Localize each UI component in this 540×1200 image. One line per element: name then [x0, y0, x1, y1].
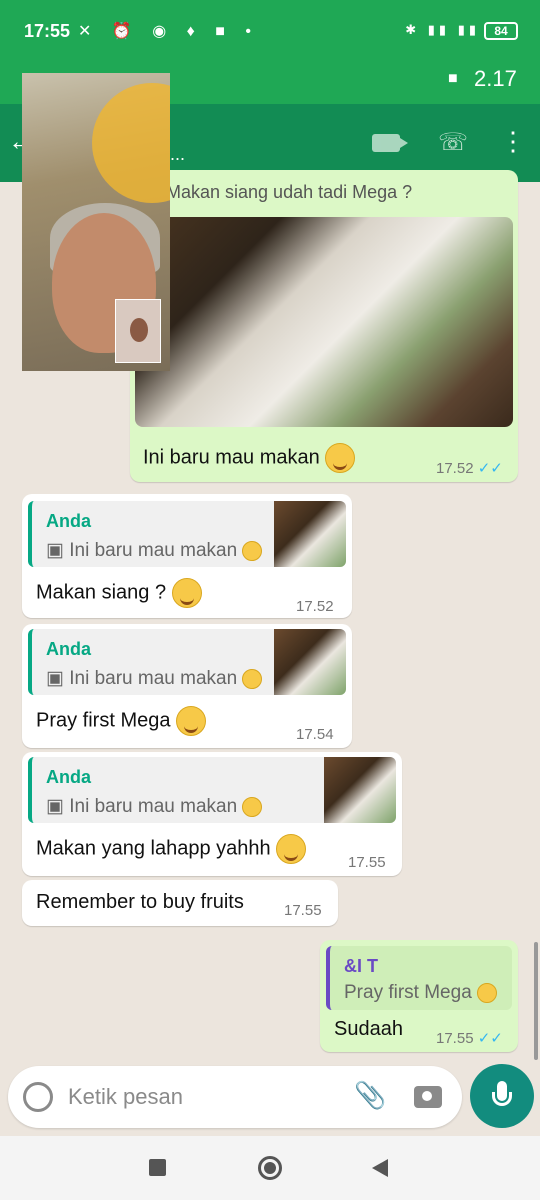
message-time: 17.55: [284, 902, 322, 919]
background-light: [92, 83, 170, 203]
contact-name[interactable]: ...: [170, 144, 185, 165]
home-icon[interactable]: [258, 1156, 282, 1180]
quoted-reply[interactable]: Anda ▣ Ini baru mau makan: [28, 629, 346, 695]
quote-author: &I T: [344, 956, 378, 976]
back-icon[interactable]: [372, 1159, 388, 1177]
quote-thumbnail: [274, 629, 346, 695]
message-bubble-outgoing[interactable]: &I T Pray first Mega Sudaah 17.55 ✓✓: [320, 940, 518, 1052]
message-text: Sudaah: [334, 1018, 403, 1040]
status-bar: 17:55 ✕ ⏰ ◉ ♦ ■ • ✱ ▮▮ ▮▮ 84: [0, 0, 540, 64]
message-bubble-incoming[interactable]: Anda ▣ Ini baru mau makan Makan yang lah…: [22, 752, 402, 876]
mic-stand-icon: [492, 1092, 512, 1106]
grinning-emoji-icon: [242, 668, 263, 689]
message-input[interactable]: Ketik pesan: [68, 1084, 183, 1110]
smiling-emoji-icon: [276, 834, 307, 864]
quote-text: Pray first Mega: [344, 982, 498, 1004]
notification-icons: ✕ ⏰ ◉ ♦ ■ •: [78, 23, 259, 40]
message-time: 17.55: [348, 854, 386, 871]
camera-icon[interactable]: [414, 1086, 442, 1108]
quoted-reply[interactable]: &I T Pray first Mega: [326, 946, 512, 1010]
message-bubble-incoming[interactable]: Remember to buy fruits 17.55: [22, 880, 338, 926]
self-face: [130, 318, 148, 342]
quote-author: Anda: [46, 767, 91, 787]
message-bubble-incoming[interactable]: Anda ▣ Ini baru mau makan Pray first Meg…: [22, 624, 352, 748]
call-duration: 2.17: [474, 66, 517, 91]
quoted-reply[interactable]: Anda ▣ Ini baru mau makan: [28, 757, 396, 823]
laughing-emoji-icon: [171, 578, 202, 608]
quote-thumbnail: [324, 757, 396, 823]
more-options-icon[interactable]: ⋮: [500, 126, 526, 157]
grinning-emoji-icon: [242, 796, 263, 817]
emoji-icon[interactable]: [23, 1082, 53, 1112]
quote-thumbnail: [274, 501, 346, 567]
quote-author: Anda: [46, 511, 91, 531]
video-call-icon[interactable]: [372, 134, 408, 152]
system-navigation-bar: [0, 1136, 540, 1200]
message-text: Makan siang ?: [36, 578, 202, 608]
attach-icon[interactable]: 📎: [354, 1080, 386, 1111]
grinning-emoji-icon: [242, 540, 263, 561]
signal-icons: ✱ ▮▮ ▮▮: [405, 22, 480, 37]
grinning-emoji-icon: [325, 443, 356, 473]
phone-icon[interactable]: ☏: [438, 128, 468, 157]
battery-icon: 84: [484, 22, 518, 40]
mic-button[interactable]: [470, 1064, 534, 1128]
read-ticks-icon: ✓✓: [477, 1030, 503, 1047]
grinning-emoji-icon: [176, 706, 207, 736]
message-text: Makan yang lahapp yahhh: [36, 834, 307, 864]
read-ticks-icon: ✓✓: [477, 460, 503, 477]
message-text: Pray first Mega: [36, 706, 207, 736]
quoted-reply[interactable]: Anda ▣ Ini baru mau makan: [28, 501, 346, 567]
quoted-text: Makan siang udah tadi Mega ?: [166, 182, 413, 202]
message-text: Remember to buy fruits: [36, 891, 244, 913]
message-bubble-incoming[interactable]: Anda ▣ Ini baru mau makan Makan siang ? …: [22, 494, 352, 618]
quote-text: ▣ Ini baru mau makan: [46, 795, 263, 818]
self-video-thumbnail[interactable]: [115, 299, 161, 363]
food-photo[interactable]: [135, 217, 513, 427]
message-time: 17.52 ✓✓: [436, 460, 503, 477]
message-time: 17.52: [296, 598, 334, 615]
status-time: 17:55: [24, 21, 71, 41]
message-time: 17.55 ✓✓: [436, 1030, 503, 1047]
quote-text: ▣ Ini baru mau makan: [46, 667, 263, 690]
message-text: Ini baru mau makan: [143, 443, 356, 473]
quote-text: ▣ Ini baru mau makan: [46, 539, 263, 562]
recents-icon[interactable]: [149, 1159, 166, 1176]
message-time: 17.54: [296, 726, 334, 743]
video-call-preview[interactable]: [22, 73, 170, 371]
quote-author: Anda: [46, 639, 91, 659]
grinning-emoji-icon: [477, 982, 498, 1003]
scrollbar[interactable]: [534, 942, 538, 1060]
message-composer[interactable]: Ketik pesan 📎: [8, 1066, 462, 1128]
video-call-icon: ■: [448, 70, 458, 87]
